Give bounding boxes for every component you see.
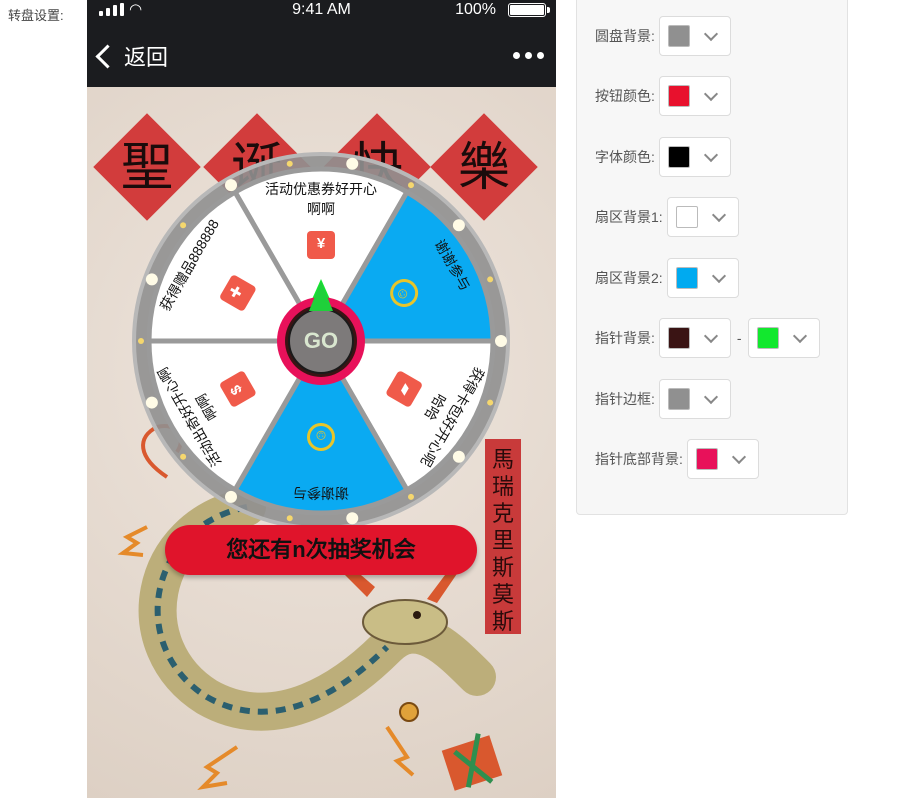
banner-char: 樂 xyxy=(458,138,510,198)
setting-label: 字体颜色: xyxy=(595,149,655,165)
smile-icon: ☺ xyxy=(307,423,335,451)
setting-row: 圆盘背景: xyxy=(595,16,731,56)
light-bulb xyxy=(408,182,414,189)
color-swatch xyxy=(667,85,690,107)
color-swatch xyxy=(695,448,718,470)
setting-label: 指针边框: xyxy=(595,391,655,407)
banner-diamond: 聖 xyxy=(93,113,201,221)
segment-label-line1: 活动优惠券好开心 xyxy=(265,181,377,197)
light-bulb xyxy=(138,338,144,344)
go-button[interactable]: GO xyxy=(293,323,349,359)
light-bulb xyxy=(145,273,158,286)
light-bulb xyxy=(495,335,507,347)
chevron-left-icon xyxy=(95,43,120,69)
color-swatch xyxy=(667,25,690,47)
draw-chances-button[interactable]: 您还有n次抽奖机会 xyxy=(165,525,477,575)
color-swatch xyxy=(675,206,698,228)
light-bulb xyxy=(145,396,158,409)
setting-row: 按钮颜色: xyxy=(595,76,731,116)
light-bulb xyxy=(487,399,494,406)
light-bulb xyxy=(452,219,465,232)
light-bulb xyxy=(487,276,494,283)
segment-label-line2: 啊啊 xyxy=(307,201,335,217)
setting-label: 按钮颜色: xyxy=(595,88,655,104)
status-bar: ◠ 9:41 AM 100% xyxy=(87,0,556,22)
color-picker[interactable] xyxy=(658,16,731,56)
color-picker[interactable] xyxy=(666,197,739,237)
chevron-down-icon xyxy=(703,26,718,41)
color-swatch xyxy=(756,327,779,349)
setting-label: 圆盘背景: xyxy=(595,28,655,44)
setting-label: 指针背景: xyxy=(595,330,655,346)
chevron-down-icon xyxy=(703,328,718,343)
color-picker[interactable] xyxy=(658,318,731,358)
vertical-tag: 馬瑞克里斯莫斯 xyxy=(485,439,521,635)
setting-row: 指针底部背景: xyxy=(595,439,759,479)
segment-label: 谢谢参与 xyxy=(251,483,391,503)
light-bulb xyxy=(225,179,237,192)
light-bulb xyxy=(180,222,187,229)
coupon-icon: ¥ xyxy=(307,231,335,259)
nav-bar: 返回 xyxy=(87,22,556,87)
chevron-down-icon xyxy=(703,86,718,101)
back-label: 返回 xyxy=(124,45,169,70)
color-picker[interactable] xyxy=(666,258,739,298)
chevron-down-icon xyxy=(711,268,726,283)
chevron-down-icon xyxy=(703,389,718,404)
setting-row: 指针边框: xyxy=(595,379,731,419)
segment-label-line1: 谢谢参与 xyxy=(293,485,349,501)
back-button[interactable]: 返回 xyxy=(95,40,169,72)
light-bulb xyxy=(225,490,237,503)
color-picker[interactable] xyxy=(658,137,731,177)
battery-icon xyxy=(508,3,550,17)
setting-label: 扇区背景2: xyxy=(595,270,663,286)
chevron-down-icon xyxy=(792,328,807,343)
setting-row: 字体颜色: xyxy=(595,137,731,177)
light-bulb xyxy=(346,157,359,170)
color-picker[interactable] xyxy=(686,439,759,479)
settings-panel: 圆盘背景: 按钮颜色: 字体颜色: 扇区背景1: 扇区背景2: 指针背景: - 指针边框: 指针… xyxy=(576,0,848,515)
chevron-down-icon xyxy=(731,449,746,464)
setting-row: 扇区背景2: xyxy=(595,258,739,298)
color-picker[interactable] xyxy=(747,318,820,358)
light-bulb xyxy=(346,512,359,525)
battery-percent: 100% xyxy=(455,1,496,18)
setting-row: 扇区背景1: xyxy=(595,197,739,237)
more-button[interactable] xyxy=(513,52,544,59)
segment-label: 活动优惠券好开心 啊啊 xyxy=(251,179,391,219)
phone-preview: ◠ 9:41 AM 100% 返回 聖诞快樂 xyxy=(87,0,556,798)
light-bulb xyxy=(452,450,465,463)
light-bulb xyxy=(286,160,293,167)
chevron-down-icon xyxy=(703,147,718,162)
color-picker[interactable] xyxy=(658,76,731,116)
section-label: 转盘设置: xyxy=(8,8,64,23)
chevron-down-icon xyxy=(711,207,726,222)
color-swatch xyxy=(667,146,690,168)
light-bulb xyxy=(408,493,414,500)
color-picker[interactable] xyxy=(658,379,731,419)
setting-label: 扇区背景1: xyxy=(595,209,663,225)
light-bulb xyxy=(180,453,187,460)
banner-char: 聖 xyxy=(121,138,173,198)
lottery-stage: 聖诞快樂 xyxy=(87,87,556,798)
setting-row: 指针背景: - xyxy=(595,318,820,358)
range-separator: - xyxy=(736,330,742,346)
color-swatch xyxy=(667,388,690,410)
color-swatch xyxy=(667,327,690,349)
setting-label: 指针底部背景: xyxy=(595,451,683,467)
color-swatch xyxy=(675,267,698,289)
light-bulb xyxy=(286,515,293,522)
